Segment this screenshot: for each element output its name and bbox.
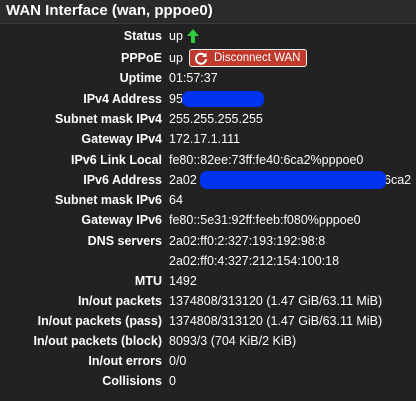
collisions-label: Collisions (102, 374, 162, 388)
ipv6-address-value-start: 2a02 (169, 173, 197, 187)
row-status: Status up (0, 27, 416, 47)
disconnect-wan-button[interactable]: Disconnect WAN (189, 49, 307, 67)
in-out-packets-pass-label: In/out packets (pass) (37, 314, 162, 328)
gateway-ipv4-label: Gateway IPv4 (81, 132, 162, 146)
dns-servers-label: DNS servers (87, 234, 162, 248)
in-out-packets-block-label: In/out packets (block) (33, 334, 163, 348)
gateway-ipv4-value: 172.17.1.111 (169, 132, 241, 146)
row-dns-servers-2: 2a02:ff0:4:327:212:154:100:18 (0, 252, 416, 272)
mtu-label: MTU (134, 274, 162, 288)
row-ipv6-address: IPv6 Address 2a02 6ca2 (0, 171, 416, 191)
pppoe-label: PPPoE (121, 51, 162, 65)
redaction-mark (200, 171, 386, 189)
redaction-mark (182, 91, 264, 107)
refresh-icon (194, 51, 208, 70)
row-in-out-errors: In/out errors 0/0 (0, 352, 416, 372)
subnet-mask-ipv6-label: Subnet mask IPv6 (55, 193, 162, 207)
in-out-packets-block-value: 8093/3 (704 KiB/2 KiB) (169, 334, 297, 348)
status-value: up (169, 29, 183, 43)
subnet-mask-ipv4-label: Subnet mask IPv4 (55, 112, 162, 126)
row-pppoe: PPPoE up Disconnect WAN (0, 49, 416, 69)
in-out-packets-label: In/out packets (77, 294, 162, 308)
gateway-ipv6-label: Gateway IPv6 (81, 213, 162, 227)
row-ipv6-link-local: IPv6 Link Local fe80::82ee:73ff:fe40:6ca… (0, 151, 416, 171)
row-gateway-ipv6: Gateway IPv6 fe80::5e31:92ff:feeb:f080%p… (0, 211, 416, 231)
row-in-out-packets-block: In/out packets (block) 8093/3 (704 KiB/2… (0, 332, 416, 352)
row-ipv4-address: IPv4 Address 95. (0, 90, 416, 110)
disconnect-wan-label: Disconnect WAN (214, 52, 301, 64)
ipv6-address-value-end: 6ca2 (384, 173, 412, 187)
arrow-up-icon (186, 28, 200, 49)
in-out-packets-pass-value: 1374808/313120 (1.47 GiB/63.11 MiB) (169, 314, 383, 328)
collisions-value: 0 (169, 374, 176, 388)
row-collisions: Collisions 0 (0, 372, 416, 392)
in-out-errors-value: 0/0 (169, 354, 187, 368)
row-dns-servers: DNS servers 2a02:ff0:2:327:193:192:98:8 (0, 232, 416, 252)
ipv6-link-local-value: fe80::82ee:73ff:fe40:6ca2%pppoe0 (169, 153, 364, 167)
wan-interface-panel: WAN Interface (wan, pppoe0) Status up PP… (0, 0, 416, 401)
row-uptime: Uptime 01:57:37 (0, 69, 416, 89)
in-out-errors-label: In/out errors (88, 354, 162, 368)
in-out-packets-value: 1374808/313120 (1.47 GiB/63.11 MiB) (169, 294, 383, 308)
row-in-out-packets-pass: In/out packets (pass) 1374808/313120 (1.… (0, 312, 416, 332)
uptime-label: Uptime (119, 71, 162, 85)
ipv6-address-label: IPv6 Address (83, 173, 162, 187)
gateway-ipv6-value: fe80::5e31:92ff:feeb:f080%pppoe0 (169, 213, 361, 227)
uptime-value: 01:57:37 (169, 71, 218, 85)
row-gateway-ipv4: Gateway IPv4 172.17.1.111 (0, 130, 416, 150)
dns-server-1: 2a02:ff0:2:327:193:192:98:8 (169, 234, 326, 248)
panel-header: WAN Interface (wan, pppoe0) (0, 0, 416, 24)
row-subnet-mask-ipv4: Subnet mask IPv4 255.255.255.255 (0, 110, 416, 130)
ipv4-address-label: IPv4 Address (83, 92, 162, 106)
row-in-out-packets: In/out packets 1374808/313120 (1.47 GiB/… (0, 292, 416, 312)
dns-server-2: 2a02:ff0:4:327:212:154:100:18 (169, 254, 340, 268)
row-subnet-mask-ipv6: Subnet mask IPv6 64 (0, 191, 416, 211)
row-mtu: MTU 1492 (0, 272, 416, 292)
panel-title: WAN Interface (wan, pppoe0) (6, 2, 213, 19)
ipv6-link-local-label: IPv6 Link Local (70, 153, 162, 167)
mtu-value: 1492 (169, 274, 197, 288)
subnet-mask-ipv6-value: 64 (169, 193, 183, 207)
pppoe-value: up (169, 51, 183, 65)
subnet-mask-ipv4-value: 255.255.255.255 (169, 112, 263, 126)
status-label: Status (123, 29, 162, 43)
